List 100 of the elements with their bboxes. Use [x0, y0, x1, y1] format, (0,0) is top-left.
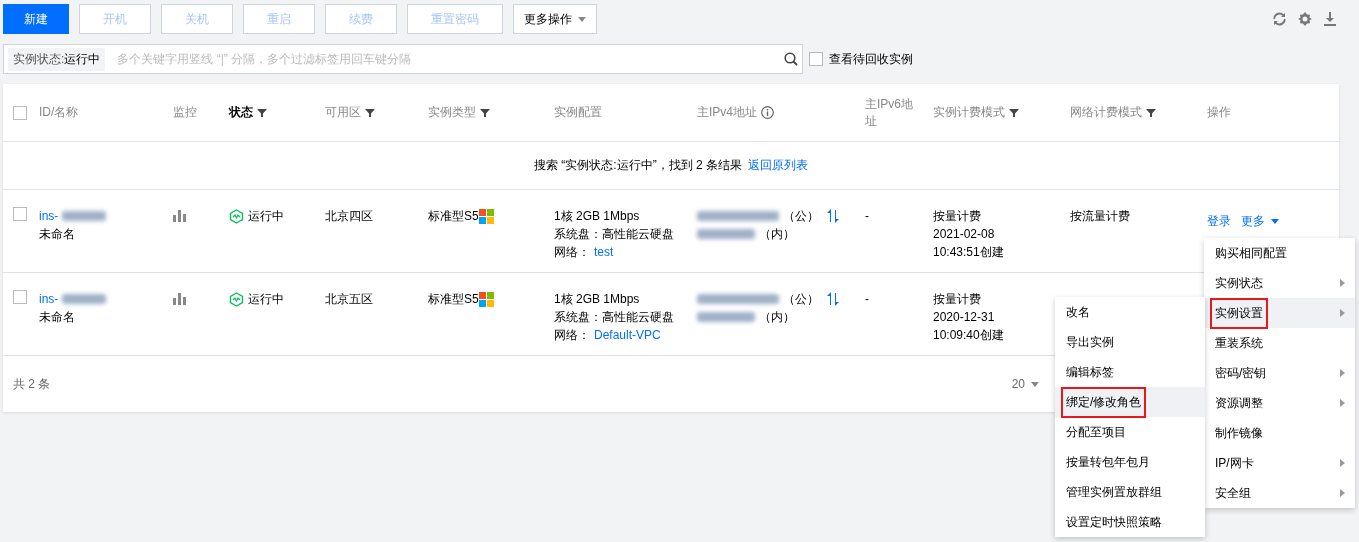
filter-icon[interactable] [365, 107, 375, 118]
page-size-select[interactable]: 20 [1011, 377, 1039, 391]
network-label: 网络： [554, 244, 590, 261]
filter-icon[interactable] [1009, 107, 1019, 118]
blurred-ip [697, 229, 755, 239]
menu-item[interactable]: 安全组 [1204, 478, 1355, 508]
billing-text: 10:09:40创建 [933, 327, 1004, 344]
more-actions-dropdown[interactable]: 更多操作 [513, 4, 597, 34]
caret-icon [1031, 381, 1039, 387]
caret-icon [578, 16, 586, 22]
billing-text: 2020-12-31 [933, 309, 995, 326]
billing-text: 按量计费 [933, 291, 981, 308]
column-header: 实例类型 [428, 104, 476, 121]
menu-item[interactable]: 管理实例置放群组 [1055, 477, 1205, 507]
filter-icon[interactable] [1146, 107, 1156, 118]
blurred-id [62, 211, 107, 221]
caret-icon [1271, 218, 1279, 224]
billing-text: 2021-02-08 [933, 226, 995, 243]
search-field[interactable]: 实例状态:运行中 多个关键字用竖线 “|” 分隔，多个过滤标签用回车键分隔 [3, 44, 803, 74]
running-status-icon [229, 291, 244, 307]
filter-tag[interactable]: 实例状态:运行中 [8, 47, 106, 71]
menu-item[interactable]: 编辑标签 [1055, 357, 1205, 387]
swap-icon[interactable] [827, 209, 839, 223]
blurred-ip [697, 312, 755, 322]
private-ip-suffix: （内） [759, 309, 795, 326]
billing-text: 按量计费 [933, 208, 981, 225]
menu-item[interactable]: 制作镜像 [1204, 418, 1355, 448]
checkbox[interactable] [809, 52, 823, 66]
checkbox[interactable] [13, 290, 27, 304]
config-text: 系统盘：高性能云硬盘 [554, 309, 674, 326]
status-text: 运行中 [248, 291, 284, 308]
network-label: 网络： [554, 327, 590, 344]
windows-logo-icon [478, 291, 494, 307]
menu-item[interactable]: 实例设置 [1204, 298, 1355, 328]
blurred-id [62, 294, 107, 304]
column-header: 实例计费模式 [933, 104, 1005, 121]
zone-text: 北京五区 [325, 291, 373, 308]
instance-id-link[interactable]: ins- [39, 207, 59, 225]
column-header: 可用区 [325, 104, 361, 121]
billing-text: 10:43:51创建 [933, 244, 1004, 261]
menu-item[interactable]: IP/网卡 [1204, 448, 1355, 478]
checkbox[interactable] [13, 207, 27, 221]
column-header: ID/名称 [39, 104, 79, 121]
action-link[interactable]: 登录 [1207, 212, 1231, 230]
windows-logo-icon [478, 208, 494, 224]
toolbar-button[interactable]: 新建 [3, 4, 69, 34]
menu-item[interactable]: 设置定时快照策略 [1055, 507, 1205, 537]
column-header: 主IPv6地址 [865, 95, 914, 130]
search-icon[interactable] [784, 52, 798, 66]
network-billing-text: 按流量计费 [1070, 208, 1130, 225]
status-text: 运行中 [248, 208, 284, 225]
instance-name: 未命名 [39, 226, 75, 243]
public-ip-suffix: （公） [783, 208, 819, 225]
download-icon[interactable] [1324, 12, 1336, 26]
column-header: 操作 [1207, 104, 1231, 121]
column-header: 实例配置 [554, 104, 602, 121]
caret-icon [1340, 489, 1345, 497]
menu-item[interactable]: 资源调整 [1204, 388, 1355, 418]
menu-item[interactable]: 按量转包年包月 [1055, 447, 1205, 477]
filter-icon[interactable] [257, 107, 267, 118]
private-ip-suffix: （内） [759, 226, 795, 243]
filter-icon[interactable] [480, 107, 490, 118]
refresh-icon[interactable] [1273, 12, 1286, 26]
menu-item[interactable]: 实例状态 [1204, 268, 1355, 298]
network-link[interactable]: Default-VPC [594, 326, 661, 344]
zone-text: 北京四区 [325, 208, 373, 225]
settings-icon[interactable] [1298, 12, 1312, 26]
search-result-text: 搜索 “实例状态:运行中”，找到 2 条结果 [534, 157, 742, 174]
caret-icon [1340, 459, 1345, 467]
menu-item[interactable]: 购买相同配置 [1204, 238, 1355, 268]
menu-item[interactable]: 绑定/修改角色 [1055, 387, 1205, 417]
column-header: 监控 [173, 104, 197, 121]
config-text: 系统盘：高性能云硬盘 [554, 226, 674, 243]
checkbox-label: 查看待回收实例 [829, 50, 913, 68]
back-link[interactable]: 返回原列表 [748, 157, 808, 174]
menu-item[interactable]: 重装系统 [1204, 328, 1355, 358]
menu-item[interactable]: 导出实例 [1055, 327, 1205, 357]
column-header: 主IPv4地址 [697, 104, 757, 121]
public-ip-suffix: （公） [783, 291, 819, 308]
instance-id-link[interactable]: ins- [39, 290, 59, 308]
config-text: 1核 2GB 1Mbps [554, 291, 640, 308]
running-status-icon [229, 208, 244, 224]
bar-chart-icon[interactable] [173, 210, 186, 222]
column-header: 网络计费模式 [1070, 104, 1142, 121]
instance-type-text: 标准型S5 [428, 291, 479, 308]
info-icon[interactable] [761, 106, 774, 119]
instance-type-text: 标准型S5 [428, 208, 479, 225]
checkbox[interactable] [13, 105, 27, 120]
menu-item[interactable]: 密码/密钥 [1204, 358, 1355, 388]
network-link[interactable]: test [594, 243, 614, 261]
menu-item[interactable]: 分配至项目 [1055, 417, 1205, 447]
instance-name: 未命名 [39, 309, 75, 326]
bar-chart-icon[interactable] [173, 293, 186, 305]
total-count: 共 2 条 [13, 375, 51, 393]
swap-icon[interactable] [827, 292, 839, 306]
ipv6-text: - [865, 291, 869, 308]
column-header: 状态 [229, 104, 253, 121]
menu-item[interactable]: 改名 [1055, 297, 1205, 327]
action-link[interactable]: 更多 [1241, 212, 1279, 230]
config-text: 1核 2GB 1Mbps [554, 208, 640, 225]
